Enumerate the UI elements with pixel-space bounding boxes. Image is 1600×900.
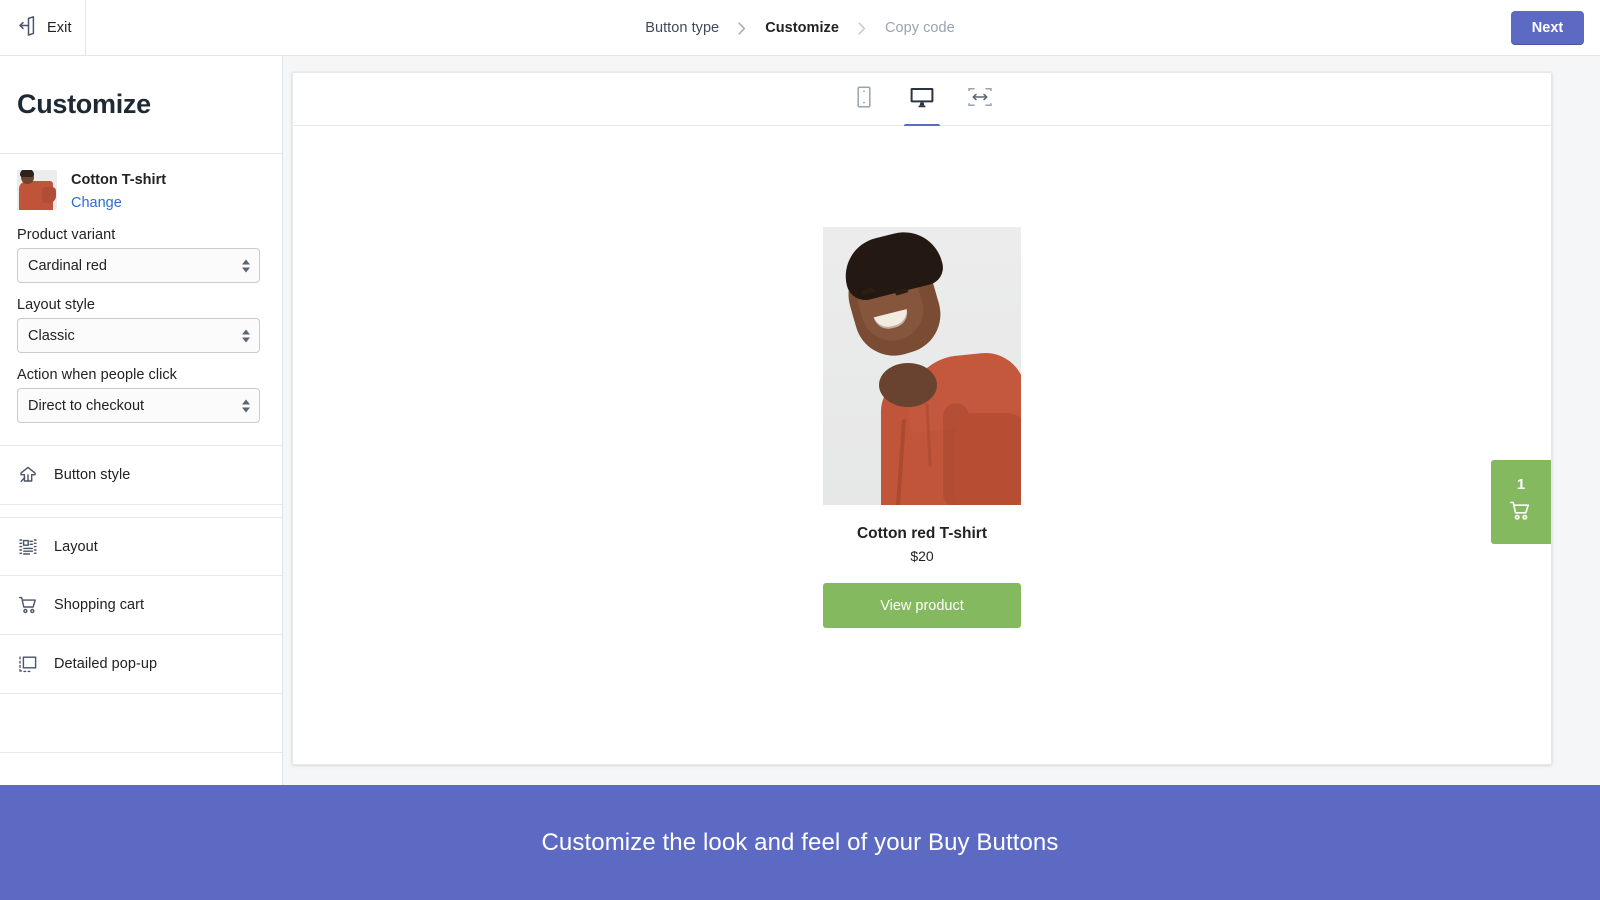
sidebar-item-label: Detailed pop-up xyxy=(54,656,158,672)
buy-button-customize-app: Exit Button type Customize Copy code Nex… xyxy=(0,0,1600,900)
sidebar-item-detailed-popup[interactable]: Detailed pop-up xyxy=(0,635,282,694)
sidebar-item-label: Layout xyxy=(54,538,98,555)
button-style-icon xyxy=(17,464,39,486)
device-tab-full-width[interactable] xyxy=(960,73,1000,126)
device-preview-tabs xyxy=(293,73,1551,127)
view-product-button[interactable]: View product xyxy=(823,583,1021,628)
sidebar-item-layout[interactable]: Layout xyxy=(0,517,282,576)
product-name: Cotton T-shirt xyxy=(71,172,167,188)
full-width-icon xyxy=(967,85,993,114)
field-product-variant: Product variant Cardinal red xyxy=(0,227,282,283)
breadcrumb-step-copy-code[interactable]: Copy code xyxy=(885,20,955,36)
breadcrumb-step-button-type[interactable]: Button type xyxy=(645,20,719,36)
preview-product-title: Cotton red T-shirt xyxy=(856,525,988,542)
select-stepper-icon xyxy=(242,399,250,412)
device-tab-mobile[interactable] xyxy=(844,73,884,126)
product-variant-value: Cardinal red xyxy=(28,257,107,274)
next-button[interactable]: Next xyxy=(1511,11,1584,45)
click-action-value: Direct to checkout xyxy=(28,397,145,414)
device-tab-desktop[interactable] xyxy=(902,73,942,127)
preview-card: Cotton red T-shirt $20 View product 1 xyxy=(292,72,1552,765)
sidebar-item-button-style[interactable]: Button style xyxy=(0,446,282,505)
exit-button[interactable]: Exit xyxy=(0,0,86,56)
select-stepper-icon xyxy=(242,329,250,342)
desktop-monitor-icon xyxy=(909,85,935,114)
sidebar-item-label: Button style xyxy=(54,467,131,483)
product-thumbnail xyxy=(17,170,57,210)
sidebar-nav-list: Button style Layout Shopping cart Detail… xyxy=(0,446,282,753)
breadcrumb-step-customize[interactable]: Customize xyxy=(765,20,839,36)
exit-label: Exit xyxy=(47,19,72,36)
breadcrumb: Button type Customize Copy code xyxy=(0,0,1600,56)
preview-product-card: Cotton red T-shirt $20 View product xyxy=(823,227,1021,628)
sidebar: Customize Cotton T-shirt Change Product … xyxy=(0,56,283,785)
field-click-action: Action when people click Direct to check… xyxy=(0,367,282,423)
field-layout-style: Layout style Classic xyxy=(0,297,282,353)
floating-cart-widget[interactable]: 1 xyxy=(1491,460,1551,544)
chevron-right-icon xyxy=(736,21,748,35)
product-variant-select[interactable]: Cardinal red xyxy=(17,248,260,283)
change-product-link[interactable]: Change xyxy=(71,194,122,213)
layout-style-select[interactable]: Classic xyxy=(17,318,260,353)
product-variant-label: Product variant xyxy=(17,227,116,243)
sidebar-title-section: Customize xyxy=(0,56,282,154)
mobile-icon xyxy=(855,85,873,114)
shopping-cart-icon xyxy=(17,594,39,616)
shopping-cart-icon xyxy=(1508,499,1534,528)
select-stepper-icon xyxy=(242,259,250,272)
layout-style-label: Layout style xyxy=(17,297,95,313)
click-action-select[interactable]: Direct to checkout xyxy=(17,388,260,423)
product-hero-image xyxy=(823,227,1021,505)
bottom-banner: Customize the look and feel of your Buy … xyxy=(0,785,1600,900)
preview-product-price: $20 xyxy=(910,548,934,564)
top-bar: Exit Button type Customize Copy code Nex… xyxy=(0,0,1600,56)
click-action-label: Action when people click xyxy=(17,367,177,383)
sidebar-section-gap xyxy=(0,505,282,517)
layout-style-value: Classic xyxy=(28,327,75,344)
page-title: Customize xyxy=(17,89,151,119)
exit-door-arrow-icon xyxy=(17,15,38,41)
cart-item-count: 1 xyxy=(1516,475,1526,493)
layout-icon xyxy=(17,536,39,558)
sidebar-item-partial[interactable] xyxy=(0,694,282,753)
banner-text: Customize the look and feel of your Buy … xyxy=(541,828,1059,856)
sidebar-item-label: Shopping cart xyxy=(54,597,145,613)
sidebar-item-shopping-cart[interactable]: Shopping cart xyxy=(0,576,282,635)
preview-stage: Cotton red T-shirt $20 View product 1 xyxy=(293,126,1551,764)
popup-icon xyxy=(17,653,39,675)
selected-product-block: Cotton T-shirt Change xyxy=(0,154,282,213)
chevron-right-icon xyxy=(856,21,868,35)
